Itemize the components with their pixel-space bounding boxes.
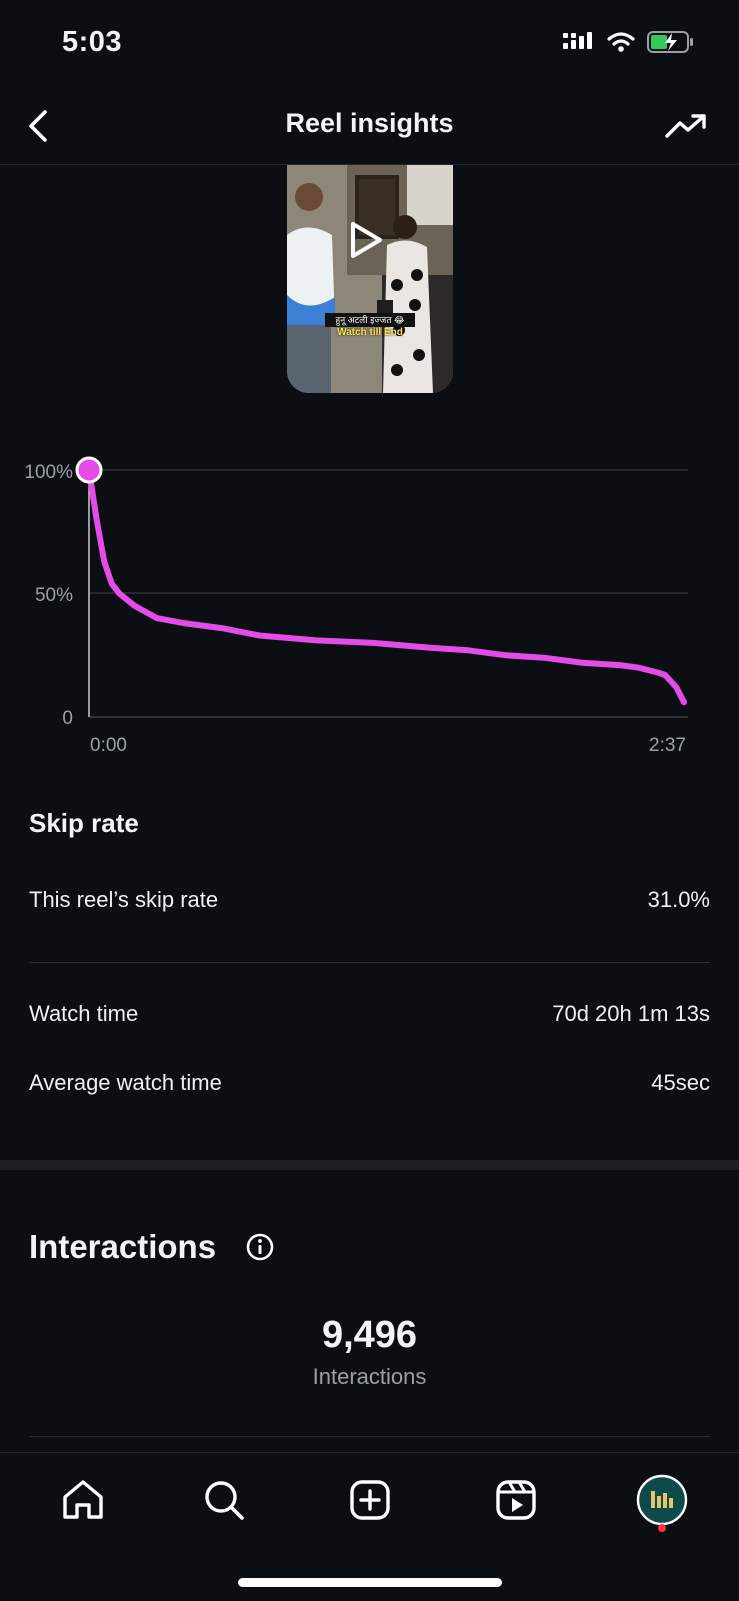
- x-tick-label-end: 2:37: [649, 735, 686, 756]
- average-watch-time-value: 45sec: [651, 1070, 710, 1095]
- interactions-divider: [29, 1436, 710, 1437]
- section-separator: [0, 1160, 739, 1170]
- nav-reels-button[interactable]: [488, 1472, 544, 1528]
- watch-time-value: 70d 20h 1m 13s: [552, 1001, 710, 1026]
- interactions-title: Interactions: [29, 1228, 217, 1265]
- cellular-signal-icon: [563, 32, 592, 49]
- thumbnail-caption-secondary: Watch till End: [337, 327, 403, 338]
- y-tick-label-50: 50%: [35, 585, 73, 606]
- average-watch-time-label: Average watch time: [29, 1070, 222, 1095]
- reel-thumbnail[interactable]: हुनू अटली इज्जत 😂 Watch till End: [287, 165, 453, 393]
- reel-thumbnail-image: [287, 165, 453, 393]
- interactions-caption: Interactions: [312, 1364, 427, 1389]
- info-icon[interactable]: [246, 1233, 274, 1261]
- home-indicator: [238, 1578, 502, 1587]
- wifi-icon: [607, 32, 635, 52]
- watch-time-label: Watch time: [29, 1001, 139, 1026]
- x-tick-label-start: 0:00: [90, 735, 127, 756]
- nav-home-button[interactable]: [55, 1472, 111, 1528]
- nav-search-button[interactable]: [196, 1472, 252, 1528]
- y-tick-label-100: 100%: [24, 462, 73, 483]
- status-time: 5:03: [62, 26, 123, 58]
- thumbnail-caption: हुनू अटली इज्जत 😂: [325, 313, 415, 327]
- reel-skip-rate-label: This reel’s skip rate: [29, 887, 219, 912]
- home-icon: [63, 1480, 103, 1519]
- section-divider: [29, 962, 710, 963]
- notification-dot: [658, 1524, 666, 1532]
- interactions-total: 9,496: [321, 1314, 418, 1356]
- trends-button[interactable]: [659, 104, 713, 148]
- nav-profile-button[interactable]: [634, 1472, 690, 1528]
- profile-avatar: [636, 1474, 688, 1526]
- nav-create-button[interactable]: [342, 1472, 398, 1528]
- status-icons: [563, 30, 695, 54]
- retention-start-marker: [75, 456, 103, 484]
- trending-up-icon: [665, 114, 706, 138]
- retention-line: [86, 467, 687, 706]
- retention-chart: 100% 50% 0 0:00 2:37: [24, 456, 688, 756]
- play-icon: [351, 222, 382, 258]
- reels-icon: [496, 1480, 536, 1520]
- y-tick-label-0: 0: [62, 708, 73, 729]
- create-icon: [350, 1480, 390, 1520]
- skip-rate-title: Skip rate: [29, 808, 139, 838]
- page-title: Reel insights: [285, 108, 454, 138]
- reel-skip-rate-value: 31.0%: [647, 887, 710, 912]
- search-icon: [205, 1481, 244, 1520]
- battery-charging-icon: [647, 31, 693, 53]
